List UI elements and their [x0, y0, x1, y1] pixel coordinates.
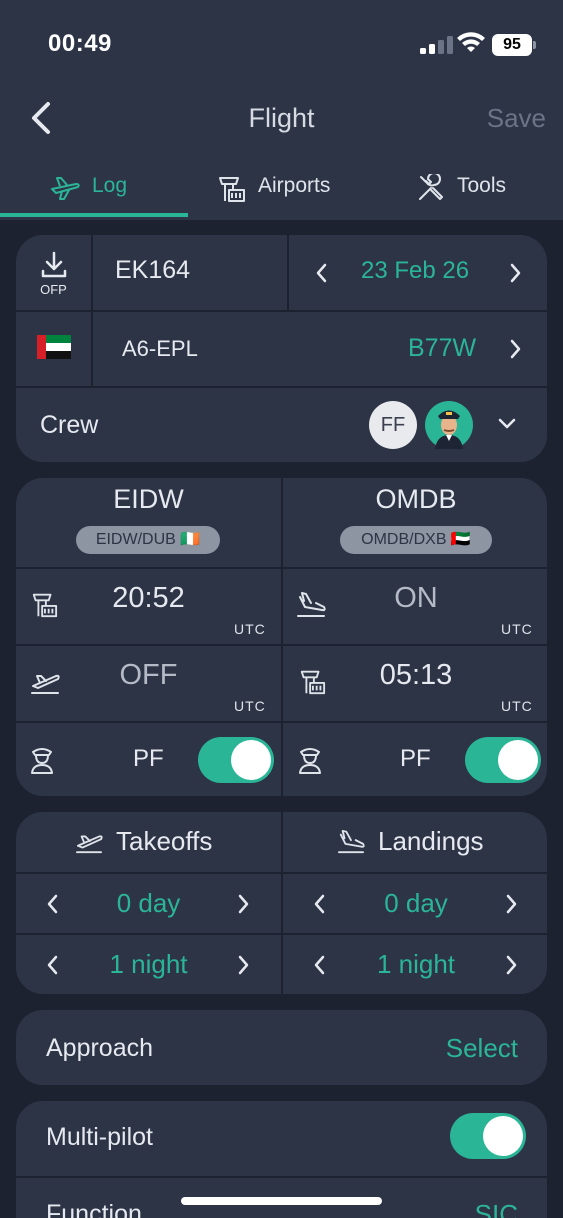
cellular-signal-icon: [420, 36, 453, 54]
tab-bar: Log Airports Tools: [0, 162, 563, 220]
header: 00:49 95 Flight Save Log Airports Tools: [0, 0, 563, 220]
tab-active-underline: [0, 213, 188, 217]
flight-info-card: OFP EK164 23 Feb 26 A6-EPL B77W Crew FF: [15, 234, 548, 463]
tab-log[interactable]: Log: [50, 162, 127, 220]
ofp-label: OFP: [40, 282, 67, 297]
crew-avatar-initials[interactable]: FF: [369, 401, 417, 449]
takeoffs-icon: [76, 834, 103, 853]
airports-times-card: EIDW EIDW/DUB 🇮🇪 OMDB OMDB/DXB 🇦🇪 20:52 …: [15, 477, 548, 797]
crew-expand-chevron-down-icon[interactable]: [496, 416, 518, 432]
takeoffs-header: Takeoffs: [74, 826, 212, 857]
approach-select-button[interactable]: Select: [446, 1033, 518, 1064]
battery-level: 95: [492, 34, 532, 56]
date-next-chevron-icon[interactable]: [506, 261, 524, 285]
function-label: Function: [46, 1200, 142, 1218]
control-tower-icon: [219, 177, 245, 202]
in-time[interactable]: 05:13: [283, 659, 547, 692]
tab-airports[interactable]: Airports: [216, 162, 330, 220]
arrival-airport-pill[interactable]: OMDB/DXB 🇦🇪: [340, 526, 492, 554]
off-time[interactable]: OFF: [16, 659, 281, 692]
departure-pf-toggle[interactable]: [198, 737, 274, 783]
arrival-pf-label: PF: [400, 745, 431, 772]
aircraft-type[interactable]: B77W: [408, 334, 476, 363]
navigation-bar: Flight Save: [0, 92, 563, 144]
status-bar: 00:49 95: [0, 26, 563, 66]
home-indicator: [181, 1197, 382, 1205]
tab-tools[interactable]: Tools: [417, 162, 506, 220]
flight-date[interactable]: 23 Feb 26: [361, 257, 469, 285]
ofp-download-button[interactable]: OFP: [16, 235, 91, 310]
registration-field[interactable]: A6-EPL: [122, 336, 198, 362]
arrival-airport-code[interactable]: OMDB: [283, 484, 547, 515]
multipilot-toggle[interactable]: [450, 1113, 526, 1159]
status-time: 00:49: [48, 30, 112, 57]
uae-flag-icon: [37, 335, 71, 359]
tab-airports-label: Airports: [258, 174, 331, 197]
save-button[interactable]: Save: [487, 103, 546, 134]
date-prev-chevron-icon[interactable]: [313, 261, 331, 285]
departure-airport-code[interactable]: EIDW: [16, 484, 281, 515]
download-icon: [41, 251, 67, 278]
out-time[interactable]: 20:52: [16, 582, 281, 615]
landings-night-increment-icon[interactable]: [502, 953, 520, 977]
arrival-pilot-icon: [299, 748, 321, 774]
tools-icon: [419, 174, 443, 200]
departure-pilot-icon: [31, 748, 53, 774]
landings-label: Landings: [378, 826, 484, 856]
on-time-tz: UTC: [501, 621, 533, 637]
on-time[interactable]: ON: [283, 582, 547, 615]
arrival-pf-toggle[interactable]: [465, 737, 541, 783]
out-time-tz: UTC: [234, 621, 266, 637]
battery-indicator: 95: [492, 34, 536, 56]
departure-pf-label: PF: [133, 745, 164, 772]
airplane-icon: [51, 177, 80, 200]
wifi-icon: [457, 32, 485, 52]
approach-row[interactable]: Approach Select: [15, 1009, 548, 1086]
landings-day-increment-icon[interactable]: [502, 892, 520, 916]
page-title: Flight: [248, 103, 315, 133]
takeoffs-day-increment-icon[interactable]: [234, 892, 252, 916]
tab-tools-label: Tools: [457, 174, 507, 197]
departure-airport-pill[interactable]: EIDW/DUB 🇮🇪: [76, 526, 220, 554]
landings-header: Landings: [336, 826, 484, 857]
crew-label: Crew: [40, 411, 99, 439]
takeoffs-label: Takeoffs: [116, 826, 213, 856]
landings-icon: [337, 829, 365, 853]
takeoffs-landings-card: Takeoffs Landings 0 day 0 day 1 night 1 …: [15, 811, 548, 995]
pilot-avatar[interactable]: [425, 401, 473, 449]
takeoffs-night-increment-icon[interactable]: [234, 953, 252, 977]
off-time-tz: UTC: [234, 698, 266, 714]
approach-label: Approach: [46, 1034, 154, 1062]
tab-log-label: Log: [92, 174, 128, 197]
multipilot-label: Multi-pilot: [46, 1123, 153, 1151]
function-value[interactable]: SIC: [475, 1199, 518, 1218]
aircraft-chevron-icon[interactable]: [506, 337, 524, 361]
flight-number-field[interactable]: EK164: [115, 256, 190, 285]
in-time-tz: UTC: [501, 698, 533, 714]
